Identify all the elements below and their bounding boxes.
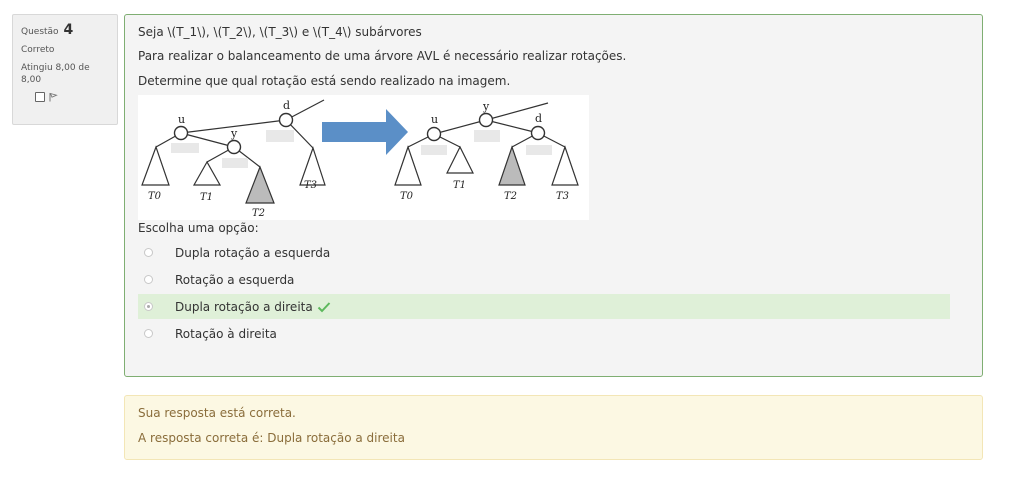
check-icon [317,301,330,312]
right-tree: y u d T0 T1 T2 T3 [394,100,579,202]
left-node-y-label: y [230,127,238,140]
left-node-d-label: d [283,99,290,112]
right-subtree-t1-label: T1 [453,180,466,191]
question-info-panel: Questão 4 Correto Atingiu 8,00 de 8,00 [12,14,118,125]
left-tree: d u y T0 T1 T2 T3 [141,99,326,219]
transform-arrow [322,109,408,155]
rotation-diagram: d u y T0 T1 T2 T3 y u d T0 T1 T2 T3 [141,99,579,219]
feedback-correct-answer: A resposta correta é: Dupla rotação a di… [138,431,405,445]
right-node-u-label: u [431,113,438,126]
right-subtree-t2-label: T2 [504,191,517,202]
answer-options: Dupla rotação a esquerda Rotação a esque… [138,240,969,346]
answer-option-4[interactable]: Rotação à direita [138,321,950,346]
answer-label-2[interactable]: Rotação a esquerda [175,273,294,287]
question-grade: Atingiu 8,00 de 8,00 [21,63,90,85]
question-text-line-3: Determine que qual rotação está sendo re… [138,74,511,88]
avl-rotation-figure: d u y T0 T1 T2 T3 y u d T0 T1 T2 T3 [138,95,589,220]
question-state: Correto [21,45,55,55]
feedback-box: Sua resposta está correta. A resposta co… [124,395,983,460]
right-subtree-t0-label: T0 [400,191,414,202]
question-number: 4 [63,22,74,38]
question-text-line-1: Seja \(T_1\), \(T_2\), \(T_3\) e \(T_4\)… [138,25,422,39]
left-subtree-t2-label: T2 [252,208,265,219]
question-label: Questão [21,27,59,37]
answer-radio-1[interactable] [144,248,153,257]
flag-question-control[interactable] [21,92,109,102]
choose-option-prompt: Escolha uma opção: [138,221,259,235]
question-content: Seja \(T_1\), \(T_2\), \(T_3\) e \(T_4\)… [124,14,983,377]
right-node-d-label: d [535,112,542,125]
answer-option-3[interactable]: Dupla rotação a direita [138,294,950,319]
question-number-line: Questão 4 [21,22,109,38]
answer-radio-2[interactable] [144,275,153,284]
answer-radio-3[interactable] [144,302,153,311]
right-node-y-label: y [482,100,490,113]
feedback-result: Sua resposta está correta. [138,406,296,420]
left-subtree-t3-label: T3 [304,180,317,191]
left-subtree-t0-label: T0 [148,191,162,202]
flag-checkbox[interactable] [35,92,45,102]
answer-option-1[interactable]: Dupla rotação a esquerda [138,240,950,265]
right-subtree-t3-label: T3 [556,191,569,202]
left-subtree-t1-label: T1 [200,192,213,203]
answer-radio-4[interactable] [144,329,153,338]
question-text-line-2: Para realizar o balanceamento de uma árv… [138,49,627,63]
flag-icon[interactable] [48,92,58,102]
left-node-u-label: u [178,113,185,126]
answer-label-3[interactable]: Dupla rotação a direita [175,300,313,314]
answer-option-2[interactable]: Rotação a esquerda [138,267,950,292]
answer-label-4[interactable]: Rotação à direita [175,327,277,341]
answer-label-1[interactable]: Dupla rotação a esquerda [175,246,330,260]
